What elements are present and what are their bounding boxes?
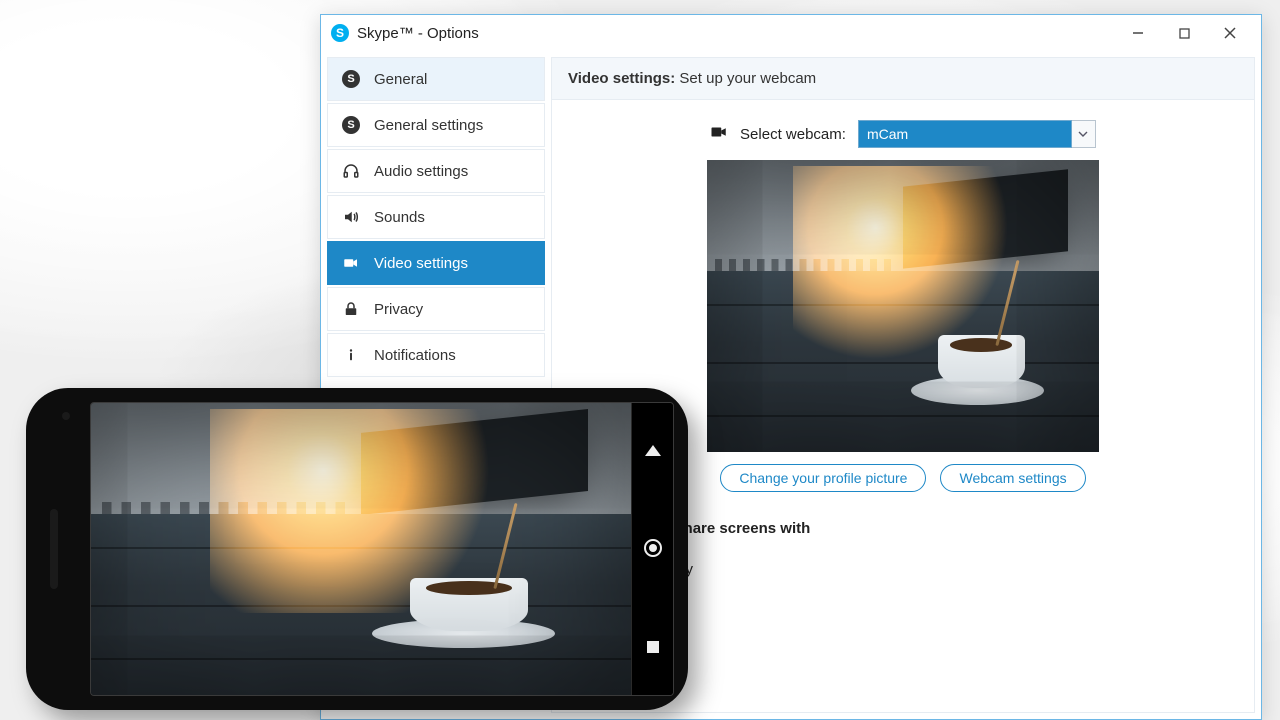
sidebar-item-label: General settings [374,117,483,134]
webcam-select[interactable]: mCam [858,120,1096,148]
phone-camera-preview [91,403,631,695]
panel-header-strong: Video settings: [568,70,675,87]
select-webcam-label: Select webcam: [740,126,846,143]
sidebar-item-general-settings[interactable]: S General settings [327,103,545,147]
sidebar-item-label: Video settings [374,255,468,272]
lock-icon [342,300,360,318]
sidebar-item-label: Audio settings [374,163,468,180]
info-icon [342,346,360,364]
phone-shutter-button[interactable] [644,539,662,557]
titlebar[interactable]: S Skype™ - Options [321,15,1261,51]
panel-header: Video settings: Set up your webcam [552,58,1254,100]
sidebar-item-label: Sounds [374,209,425,226]
minimize-button[interactable] [1115,18,1161,48]
phone-up-button[interactable] [645,445,661,456]
sidebar-item-label: Privacy [374,301,423,318]
webcam-settings-button[interactable]: Webcam settings [940,464,1085,492]
sidebar-item-notifications[interactable]: Notifications [327,333,545,377]
skype-icon: S [331,24,349,42]
close-button[interactable] [1207,18,1253,48]
sidebar-item-sounds[interactable]: Sounds [327,195,545,239]
skype-icon: S [342,70,360,88]
window-title: Skype™ - Options [357,25,479,42]
sidebar-item-privacy[interactable]: Privacy [327,287,545,331]
camera-icon [342,254,360,272]
phone-mockup [26,388,688,710]
sidebar-group-general[interactable]: S General [327,57,545,101]
webcam-preview [707,160,1099,452]
phone-stop-button[interactable] [647,641,659,653]
maximize-button[interactable] [1161,18,1207,48]
sidebar-item-audio-settings[interactable]: Audio settings [327,149,545,193]
webcam-select-value: mCam [858,120,1072,148]
sidebar-item-video-settings[interactable]: Video settings [327,241,545,285]
change-profile-picture-button[interactable]: Change your profile picture [720,464,926,492]
skype-icon: S [342,116,360,134]
sidebar-group-label: General [374,71,427,88]
chevron-down-icon[interactable] [1072,120,1096,148]
phone-camera-controls [631,403,673,695]
speaker-icon [342,208,360,226]
sidebar-item-label: Notifications [374,347,456,364]
camera-icon [710,125,728,144]
panel-header-rest: Set up your webcam [675,70,816,87]
headset-icon [342,162,360,180]
